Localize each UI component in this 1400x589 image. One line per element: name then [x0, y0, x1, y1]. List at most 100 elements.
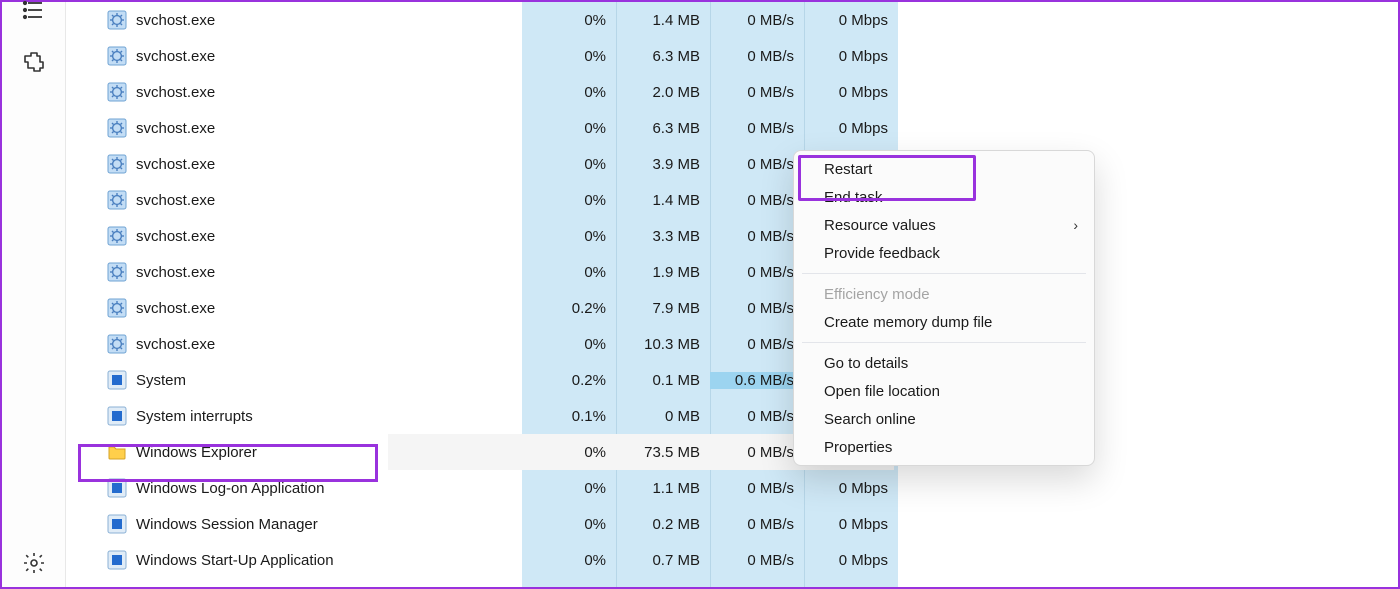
- menu-item[interactable]: Search online: [794, 405, 1094, 433]
- cell-mem: 0 MB: [616, 408, 710, 425]
- service-icon: [106, 297, 128, 319]
- service-icon: [106, 333, 128, 355]
- cell-disk: 0.6 MB/s: [710, 372, 804, 389]
- cell-disk: 0 MB/s: [710, 300, 804, 317]
- cell-cpu: 0%: [522, 444, 616, 461]
- process-name: Windows Explorer: [136, 444, 522, 461]
- process-name: svchost.exe: [136, 120, 522, 137]
- menu-item[interactable]: End task: [794, 183, 1094, 211]
- menu-item[interactable]: Restart: [794, 155, 1094, 183]
- cell-disk: 0 MB/s: [710, 192, 804, 209]
- table-row[interactable]: svchost.exe0%10.3 MB0 MB/s0 Mbps: [66, 326, 1398, 362]
- service-icon: [106, 225, 128, 247]
- cell-cpu: 0.2%: [522, 372, 616, 389]
- cell-mem: 10.3 MB: [616, 336, 710, 353]
- settings-icon[interactable]: [22, 551, 46, 575]
- service-icon: [106, 117, 128, 139]
- menu-item-label: Create memory dump file: [824, 314, 992, 331]
- menu-item[interactable]: Properties: [794, 433, 1094, 461]
- menu-item[interactable]: Provide feedback: [794, 239, 1094, 267]
- service-icon: [106, 9, 128, 31]
- table-row[interactable]: svchost.exe0%2.0 MB0 MB/s0 Mbps: [66, 74, 1398, 110]
- folder-icon: [106, 441, 128, 463]
- context-menu: Restart End task Resource values› Provide f…: [793, 150, 1095, 466]
- cell-cpu: 0.1%: [522, 408, 616, 425]
- service-icon: [106, 45, 128, 67]
- cell-cpu: 0%: [522, 336, 616, 353]
- cell-mem: 1.4 MB: [616, 12, 710, 29]
- menu-separator: [802, 273, 1086, 274]
- cell-cpu: 0%: [522, 84, 616, 101]
- menu-item-label: Search online: [824, 411, 916, 428]
- cell-cpu: 0%: [522, 192, 616, 209]
- process-name: System interrupts: [136, 408, 522, 425]
- process-name: svchost.exe: [136, 48, 522, 65]
- table-row[interactable]: Windows Explorer0%73.5 MB0 MB/s0 Mbps: [66, 434, 1398, 470]
- service-icon: [106, 153, 128, 175]
- table-row[interactable]: svchost.exe0%1.4 MB0 MB/s0 Mbps: [66, 2, 1398, 38]
- table-row[interactable]: Windows Session Manager0%0.2 MB0 MB/s0 M…: [66, 506, 1398, 542]
- cell-net: 0 Mbps: [804, 480, 898, 497]
- menu-item-label: Efficiency mode: [824, 286, 930, 303]
- cell-mem: 3.3 MB: [616, 228, 710, 245]
- process-name: svchost.exe: [136, 84, 522, 101]
- menu-item-label: Provide feedback: [824, 245, 940, 262]
- cell-mem: 1.4 MB: [616, 192, 710, 209]
- process-name: Windows Start-Up Application: [136, 552, 522, 569]
- cell-disk: 0 MB/s: [710, 228, 804, 245]
- table-row[interactable]: Windows Start-Up Application0%0.7 MB0 MB…: [66, 542, 1398, 578]
- cell-disk: 0 MB/s: [710, 552, 804, 569]
- menu-item-label: Properties: [824, 439, 892, 456]
- table-row[interactable]: System0.2%0.1 MB0.6 MB/s0 Mbps: [66, 362, 1398, 398]
- extension-icon[interactable]: [22, 50, 46, 74]
- table-row[interactable]: svchost.exe0%1.4 MB0 MB/s0 Mbps: [66, 182, 1398, 218]
- cell-cpu: 0%: [522, 516, 616, 533]
- menu-item[interactable]: Open file location: [794, 377, 1094, 405]
- process-name: svchost.exe: [136, 264, 522, 281]
- cell-mem: 0.7 MB: [616, 552, 710, 569]
- cell-disk: 0 MB/s: [710, 12, 804, 29]
- table-row[interactable]: svchost.exe0.2%7.9 MB0 MB/s0 Mbps: [66, 290, 1398, 326]
- cell-cpu: 0%: [522, 12, 616, 29]
- menu-item-label: Open file location: [824, 383, 940, 400]
- table-row[interactable]: svchost.exe0%3.3 MB0 MB/s0 Mbps: [66, 218, 1398, 254]
- process-table: svchost.exe0%1.4 MB0 MB/s0 Mbpssvchost.e…: [66, 2, 1398, 587]
- cell-cpu: 0%: [522, 156, 616, 173]
- cell-cpu: 0%: [522, 120, 616, 137]
- menu-item[interactable]: Go to details: [794, 349, 1094, 377]
- cell-disk: 0 MB/s: [710, 264, 804, 281]
- cell-disk: 0 MB/s: [710, 408, 804, 425]
- cell-cpu: 0%: [522, 480, 616, 497]
- cell-disk: 0 MB/s: [710, 444, 804, 461]
- process-name: svchost.exe: [136, 12, 522, 29]
- table-row[interactable]: svchost.exe0%6.3 MB0 MB/s0 Mbps: [66, 38, 1398, 74]
- cell-cpu: 0%: [522, 48, 616, 65]
- chevron-right-icon: ›: [1073, 217, 1078, 233]
- cell-cpu: 0.2%: [522, 300, 616, 317]
- table-row[interactable]: svchost.exe0%1.9 MB0 MB/s0 Mbps: [66, 254, 1398, 290]
- cell-net: 0 Mbps: [804, 516, 898, 533]
- menu-item[interactable]: Resource values›: [794, 211, 1094, 239]
- menu-separator: [802, 342, 1086, 343]
- cell-net: 0 Mbps: [804, 12, 898, 29]
- cell-disk: 0 MB/s: [710, 48, 804, 65]
- cell-disk: 0 MB/s: [710, 336, 804, 353]
- table-row[interactable]: Windows Log-on Application0%1.1 MB0 MB/s…: [66, 470, 1398, 506]
- system-icon: [106, 513, 128, 535]
- menu-item: Efficiency mode: [794, 280, 1094, 308]
- cell-mem: 73.5 MB: [616, 444, 710, 461]
- list-view-icon[interactable]: [22, 0, 46, 22]
- table-row[interactable]: svchost.exe0%3.9 MB0 MB/s0 Mbps: [66, 146, 1398, 182]
- process-name: System: [136, 372, 522, 389]
- process-name: svchost.exe: [136, 156, 522, 173]
- process-name: Windows Log-on Application: [136, 480, 522, 497]
- cell-disk: 0 MB/s: [710, 120, 804, 137]
- left-toolbar: [2, 2, 66, 587]
- menu-item[interactable]: Create memory dump file: [794, 308, 1094, 336]
- table-row[interactable]: svchost.exe0%6.3 MB0 MB/s0 Mbps: [66, 110, 1398, 146]
- menu-item-label: End task: [824, 189, 882, 206]
- system-icon: [106, 549, 128, 571]
- service-icon: [106, 261, 128, 283]
- service-icon: [106, 81, 128, 103]
- table-row[interactable]: System interrupts0.1%0 MB0 MB/s0 Mbps: [66, 398, 1398, 434]
